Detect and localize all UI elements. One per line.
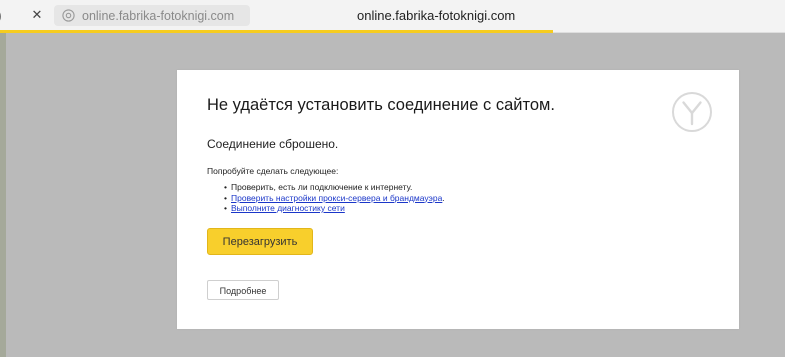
page-content-area: Не удаётся установить соединение с сайто… xyxy=(0,33,785,357)
suggestions-list: Проверить, есть ли подключение к интерне… xyxy=(224,182,445,214)
globe-icon xyxy=(61,9,75,22)
browser-window: ) ✕ online.fabrika-fotoknigi.com online.… xyxy=(0,0,785,357)
suggestion-network-diagnostics: Выполните диагностику сети xyxy=(224,203,445,214)
left-side-strip xyxy=(0,33,6,357)
proxy-firewall-suffix: . xyxy=(442,192,445,203)
page-title: online.fabrika-fotoknigi.com xyxy=(357,8,516,23)
left-edge-control[interactable]: ) xyxy=(0,0,6,32)
proxy-firewall-link[interactable]: Проверить настройки прокси-сервера и бра… xyxy=(231,193,442,203)
reload-button[interactable]: Перезагрузить xyxy=(207,228,313,255)
yandex-browser-icon xyxy=(672,92,712,132)
address-url: online.fabrika-fotoknigi.com xyxy=(82,8,235,23)
left-edge-glyph: ) xyxy=(0,7,2,23)
browser-top-bar: ) ✕ online.fabrika-fotoknigi.com online.… xyxy=(0,0,785,33)
close-button[interactable]: ✕ xyxy=(28,6,46,24)
suggestions-heading: Попробуйте сделать следующее: xyxy=(207,166,339,176)
address-bar[interactable]: online.fabrika-fotoknigi.com xyxy=(54,5,250,26)
error-subtitle: Соединение сброшено. xyxy=(207,137,339,151)
close-icon: ✕ xyxy=(31,7,43,22)
site-info-icon[interactable] xyxy=(60,8,76,24)
details-button[interactable]: Подробнее xyxy=(207,280,279,300)
suggestion-proxy-firewall: Проверить настройки прокси-сервера и бра… xyxy=(224,192,445,204)
suggestion-check-internet: Проверить, есть ли подключение к интерне… xyxy=(224,182,445,193)
error-title: Не удаётся установить соединение с сайто… xyxy=(207,96,555,114)
error-card: Не удаётся установить соединение с сайто… xyxy=(177,70,739,329)
network-diagnostics-link[interactable]: Выполните диагностику сети xyxy=(231,203,345,213)
